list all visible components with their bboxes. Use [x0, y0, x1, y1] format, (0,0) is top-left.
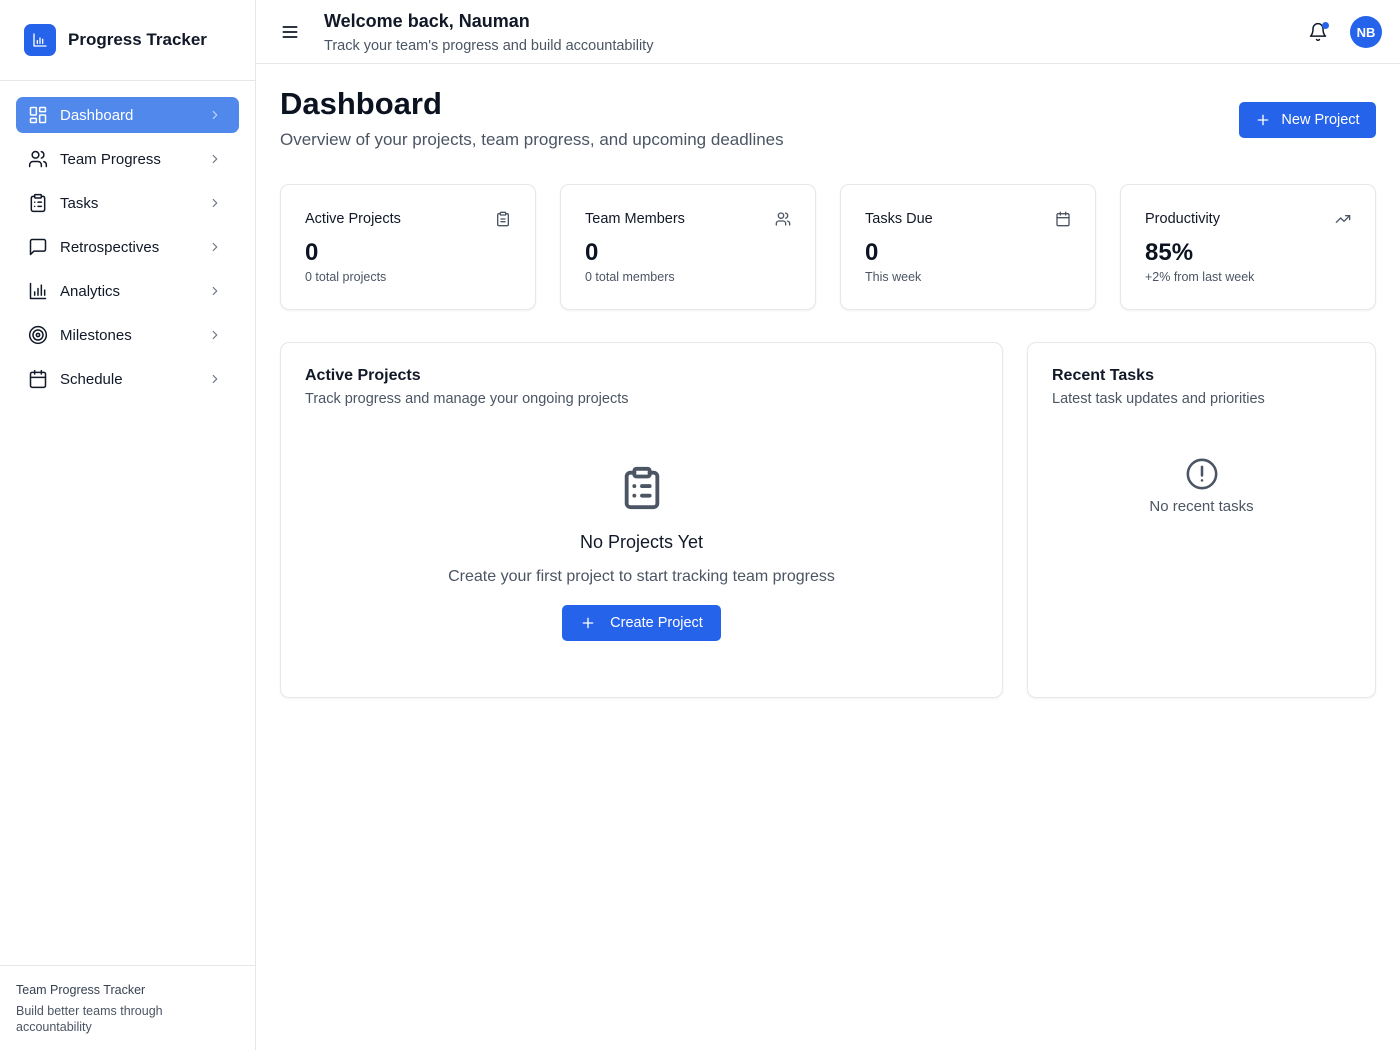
chevron-right-icon	[207, 151, 223, 167]
sidebar: Progress Tracker Dashboard Team Progress	[0, 0, 256, 1050]
stat-card-tasks-due: Tasks Due 0 This week	[840, 184, 1096, 310]
target-icon	[28, 325, 48, 345]
sidebar-item-team-progress[interactable]: Team Progress	[16, 141, 239, 177]
top-bar: Welcome back, Nauman Track your team's p…	[256, 0, 1400, 64]
stat-subtext: +2% from last week	[1145, 270, 1255, 284]
calendar-icon	[1055, 211, 1071, 227]
welcome-subtitle: Track your team's progress and build acc…	[324, 38, 654, 54]
footer-subtitle: Build better teams through accountabilit…	[16, 1004, 163, 1034]
sidebar-item-dashboard[interactable]: Dashboard	[16, 97, 239, 133]
message-square-icon	[28, 237, 48, 257]
new-project-label: New Project	[1281, 112, 1360, 128]
sidebar-item-label: Milestones	[60, 326, 132, 344]
create-project-label: Create Project	[610, 615, 703, 631]
stat-card-team-members: Team Members 0 0 total members	[560, 184, 816, 310]
users-icon	[28, 149, 48, 169]
stat-title: Tasks Due	[865, 211, 933, 227]
card-subtitle: Track progress and manage your ongoing p…	[305, 391, 629, 407]
chevron-right-icon	[207, 195, 223, 211]
sidebar-item-label: Team Progress	[60, 150, 161, 168]
bar-chart-icon	[24, 24, 56, 56]
empty-state-text: Create your first project to start track…	[448, 568, 835, 585]
sidebar-item-label: Dashboard	[60, 106, 134, 124]
sidebar-item-label: Retrospectives	[60, 238, 160, 256]
card-title: Recent Tasks	[1052, 367, 1154, 384]
brand[interactable]: Progress Tracker	[0, 0, 255, 81]
empty-state-text: No recent tasks	[1149, 498, 1254, 515]
stat-subtext: This week	[865, 270, 922, 284]
chevron-right-icon	[207, 283, 223, 299]
avatar[interactable]: NB	[1350, 16, 1382, 48]
stat-value: 85%	[1145, 239, 1194, 266]
sidebar-item-tasks[interactable]: Tasks	[16, 185, 239, 221]
stat-card-productivity: Productivity 85% +2% from last week	[1120, 184, 1376, 310]
stat-value: 0	[585, 239, 599, 266]
sidebar-item-analytics[interactable]: Analytics	[16, 273, 239, 309]
chevron-right-icon	[207, 327, 223, 343]
card-title: Active Projects	[305, 367, 421, 384]
sidebar-nav: Dashboard Team Progress Tasks Retrospect…	[0, 81, 255, 397]
stat-subtext: 0 total projects	[305, 270, 387, 284]
new-project-button[interactable]: New Project	[1239, 102, 1376, 138]
clipboard-list-icon	[28, 193, 48, 213]
menu-icon[interactable]	[280, 22, 300, 42]
create-project-button[interactable]: Create Project	[562, 605, 721, 641]
stat-card-active-projects: Active Projects 0 0 total projects	[280, 184, 536, 310]
clipboard-icon	[495, 211, 511, 227]
stat-title: Team Members	[585, 211, 685, 227]
card-subtitle: Latest task updates and priorities	[1052, 391, 1265, 407]
stat-value: 0	[865, 239, 879, 266]
page-title: Dashboard	[280, 86, 442, 121]
sidebar-item-label: Analytics	[60, 282, 121, 300]
chevron-right-icon	[207, 239, 223, 255]
chevron-right-icon	[207, 371, 223, 387]
chevron-right-icon	[207, 107, 223, 123]
layout-grid-icon	[28, 105, 48, 125]
recent-tasks-card: Recent Tasks Latest task updates and pri…	[1027, 342, 1376, 698]
stat-subtext: 0 total members	[585, 270, 675, 284]
alert-circle-icon	[1185, 457, 1219, 496]
footer-title: Team Progress Tracker	[16, 983, 146, 997]
sidebar-item-schedule[interactable]: Schedule	[16, 361, 239, 397]
plus-icon	[1255, 112, 1271, 128]
stat-title: Productivity	[1145, 211, 1220, 227]
sidebar-item-retrospectives[interactable]: Retrospectives	[16, 229, 239, 265]
notification-dot	[1322, 22, 1329, 29]
active-projects-card: Active Projects Track progress and manag…	[280, 342, 1003, 698]
calendar-icon	[28, 369, 48, 389]
clipboard-list-icon	[619, 465, 665, 516]
page-subtitle: Overview of your projects, team progress…	[280, 130, 784, 149]
sidebar-item-milestones[interactable]: Milestones	[16, 317, 239, 353]
sidebar-item-label: Tasks	[60, 194, 99, 212]
empty-state-title: No Projects Yet	[579, 532, 704, 552]
users-icon	[775, 211, 791, 227]
plus-icon	[580, 615, 596, 631]
stat-value: 0	[305, 239, 319, 266]
sidebar-footer: Team Progress Tracker Build better teams…	[0, 965, 255, 1050]
welcome-title: Welcome back, Nauman	[324, 11, 530, 31]
sidebar-item-label: Schedule	[60, 370, 123, 388]
bar-chart-icon	[28, 281, 48, 301]
trending-up-icon	[1335, 211, 1351, 227]
app-name: Progress Tracker	[68, 30, 207, 49]
stat-title: Active Projects	[305, 211, 401, 227]
